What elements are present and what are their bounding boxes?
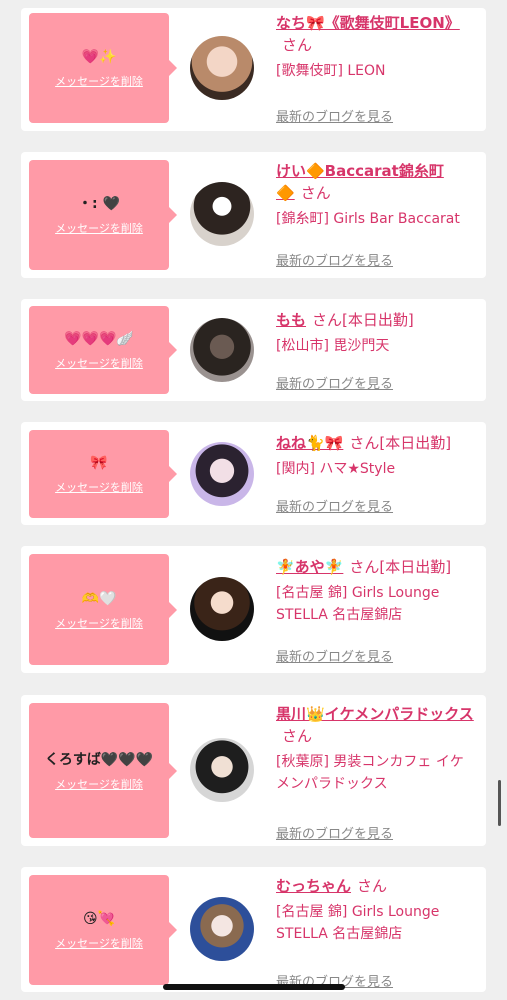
user-name-link[interactable]: 🧚あや🧚: [276, 558, 343, 576]
user-name-link[interactable]: なち🎀《歌舞伎町LEON》: [276, 14, 460, 32]
message-text: 💗💗💗🪽: [64, 331, 134, 347]
list-item: 🫶🤍 メッセージを削除 🧚あや🧚 さん[本日出勤] [名古屋 錦] Girls L…: [21, 546, 486, 673]
shop-name: [関内] ハマ★Style: [276, 461, 396, 477]
user-name-link[interactable]: むっちゃん: [276, 877, 351, 895]
honorific: さん: [282, 727, 313, 745]
latest-blog-link[interactable]: 最新のブログを見る: [276, 496, 393, 515]
delete-message-link[interactable]: メッセージを削除: [55, 355, 143, 371]
list-item: 🎀 メッセージを削除 ねね🐈🎀 さん[本日出勤] [関内] ハマ★Style 最新…: [21, 422, 486, 525]
avatar[interactable]: [190, 442, 254, 506]
avatar[interactable]: [190, 897, 254, 961]
avatar[interactable]: [190, 318, 254, 382]
honorific: さん: [282, 36, 313, 54]
user-name-link[interactable]: ねね🐈🎀: [276, 434, 343, 452]
honorific: さん: [357, 877, 388, 895]
avatar[interactable]: [190, 738, 254, 802]
message-bubble: 😘💘 メッセージを削除: [29, 875, 177, 985]
status-badge: [本日出勤]: [342, 311, 414, 329]
delete-message-link[interactable]: メッセージを削除: [55, 220, 143, 236]
shop-name: [歌舞伎町] LEON: [276, 63, 386, 79]
honorific: さん: [312, 311, 343, 329]
item-info: 黒川👑イケメンパラドックスさん [秋葉原] 男装コンカフェ イケメンパラドックス…: [276, 703, 482, 842]
delete-message-link[interactable]: メッセージを削除: [55, 73, 143, 89]
message-bubble: くろすば🖤🖤🖤 メッセージを削除: [29, 703, 177, 838]
message-text: 🎀: [90, 455, 108, 471]
item-info: もも さん[本日出勤] [松山市] 毘沙門天 最新のブログを見る: [276, 309, 482, 392]
message-text: 😘💘: [82, 911, 116, 927]
list-item: 💗✨ メッセージを削除 なち🎀《歌舞伎町LEON》さん [歌舞伎町] LEON …: [21, 8, 486, 131]
avatar[interactable]: [190, 577, 254, 641]
message-text: ・: 🖤: [78, 196, 120, 212]
item-info: なち🎀《歌舞伎町LEON》さん [歌舞伎町] LEON 最新のブログを見る: [276, 12, 482, 125]
honorific: さん: [300, 184, 331, 202]
message-bubble: 💗💗💗🪽 メッセージを削除: [29, 306, 177, 394]
latest-blog-link[interactable]: 最新のブログを見る: [276, 373, 393, 392]
item-info: むっちゃん さん [名古屋 錦] Girls Lounge STELLA 名古屋錦…: [276, 875, 482, 990]
honorific: さん: [349, 558, 380, 576]
avatar[interactable]: [190, 36, 254, 100]
status-badge: [本日出勤]: [379, 558, 452, 576]
list-item: 💗💗💗🪽 メッセージを削除 もも さん[本日出勤] [松山市] 毘沙門天 最新のブ…: [21, 299, 486, 401]
shop-name: [松山市] 毘沙門天: [276, 338, 390, 354]
item-info: ねね🐈🎀 さん[本日出勤] [関内] ハマ★Style 最新のブログを見る: [276, 432, 482, 515]
list-item: 😘💘 メッセージを削除 むっちゃん さん [名古屋 錦] Girls Lounge…: [21, 867, 486, 992]
status-badge: [本日出勤]: [379, 434, 452, 452]
latest-blog-link[interactable]: 最新のブログを見る: [276, 250, 393, 269]
message-text: くろすば🖤🖤🖤: [44, 751, 154, 768]
latest-blog-link[interactable]: 最新のブログを見る: [276, 646, 393, 665]
delete-message-link[interactable]: メッセージを削除: [55, 479, 143, 495]
shop-name: [錦糸町] Girls Bar Baccarat: [276, 211, 460, 227]
shop-name: [名古屋 錦] Girls Lounge STELLA 名古屋錦店: [276, 904, 440, 942]
message-bubble: 🎀 メッセージを削除: [29, 430, 177, 518]
message-bubble: 🫶🤍 メッセージを削除: [29, 554, 177, 665]
user-name-link[interactable]: 黒川👑イケメンパラドックス: [276, 705, 474, 723]
avatar[interactable]: [190, 182, 254, 246]
message-bubble: 💗✨ メッセージを削除: [29, 13, 177, 123]
latest-blog-link[interactable]: 最新のブログを見る: [276, 106, 393, 125]
delete-message-link[interactable]: メッセージを削除: [55, 615, 143, 631]
list-item: くろすば🖤🖤🖤 メッセージを削除 黒川👑イケメンパラドックスさん [秋葉原] 男…: [21, 695, 486, 846]
honorific: さん: [349, 434, 380, 452]
shop-name: [秋葉原] 男装コンカフェ イケメンパラドックス: [276, 754, 464, 792]
home-indicator[interactable]: [163, 984, 345, 990]
message-bubble: ・: 🖤 メッセージを削除: [29, 160, 177, 270]
item-info: けい🔶Baccarat錦糸町🔶 さん [錦糸町] Girls Bar Baccar…: [276, 160, 482, 269]
message-text: 💗✨: [81, 49, 117, 65]
latest-blog-link[interactable]: 最新のブログを見る: [276, 823, 393, 842]
shop-name: [名古屋 錦] Girls Lounge STELLA 名古屋錦店: [276, 585, 440, 623]
delete-message-link[interactable]: メッセージを削除: [55, 776, 143, 792]
scrollbar[interactable]: [498, 780, 501, 826]
item-info: 🧚あや🧚 さん[本日出勤] [名古屋 錦] Girls Lounge STELLA…: [276, 556, 482, 665]
delete-message-link[interactable]: メッセージを削除: [55, 935, 143, 951]
message-text: 🫶🤍: [81, 590, 117, 607]
list-item: ・: 🖤 メッセージを削除 けい🔶Baccarat錦糸町🔶 さん [錦糸町] Gi…: [21, 152, 486, 278]
user-name-link[interactable]: もも: [276, 311, 306, 329]
